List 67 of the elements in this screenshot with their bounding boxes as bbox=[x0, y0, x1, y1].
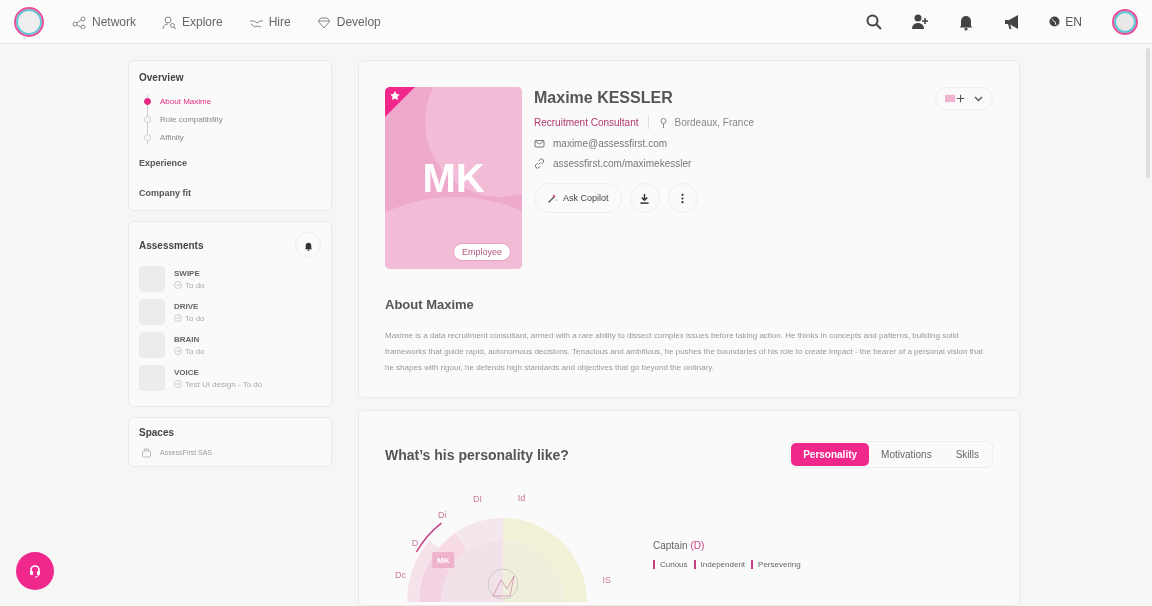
search-icon[interactable] bbox=[865, 12, 884, 31]
arrow-circle-icon bbox=[174, 347, 182, 355]
trait-tag: Persevering bbox=[751, 560, 801, 569]
section-title: What’s his personality like? bbox=[385, 446, 569, 463]
people-search-icon bbox=[162, 14, 176, 29]
sidebar-link[interactable]: About Maxime bbox=[160, 97, 212, 106]
magic-wand-icon bbox=[547, 192, 558, 204]
wheel-label: D bbox=[411, 537, 419, 548]
section-heading: Spaces bbox=[139, 427, 176, 438]
nav-link[interactable]: Develop bbox=[316, 14, 381, 29]
download-icon bbox=[639, 192, 651, 204]
section-heading[interactable]: Company fit bbox=[139, 188, 321, 198]
notify-button[interactable] bbox=[295, 232, 321, 258]
user-avatar[interactable] bbox=[1112, 8, 1138, 35]
assessment-name: SWIPE bbox=[174, 268, 201, 278]
tab[interactable]: Personality bbox=[791, 443, 870, 466]
ask-copilot-button[interactable]: Ask Copilot bbox=[534, 183, 622, 213]
download-button[interactable] bbox=[629, 183, 660, 213]
network-icon bbox=[72, 14, 86, 29]
add-person-icon[interactable] bbox=[911, 12, 930, 31]
section-heading: Assessments bbox=[139, 239, 204, 251]
arrow-circle-icon bbox=[174, 281, 182, 289]
location-pin-icon bbox=[657, 117, 669, 128]
tab[interactable]: Skills bbox=[943, 443, 991, 466]
language-label[interactable]: EN bbox=[1065, 14, 1082, 29]
employee-badge: Employee bbox=[453, 243, 512, 261]
headset-icon bbox=[28, 564, 42, 578]
section-heading[interactable]: Experience bbox=[139, 158, 321, 168]
building-icon bbox=[141, 447, 152, 458]
section-heading[interactable]: Overview bbox=[139, 72, 321, 83]
profile-type: Captain bbox=[653, 540, 688, 551]
profile-name: Maxime KESSLER bbox=[534, 89, 674, 107]
globe-icon[interactable] bbox=[1049, 16, 1061, 27]
mail-icon bbox=[534, 138, 545, 149]
wheel-label: Id bbox=[517, 492, 526, 503]
tab[interactable]: Motivations bbox=[869, 443, 944, 466]
wheel-label: IS bbox=[602, 575, 611, 585]
logo-icon[interactable] bbox=[14, 6, 44, 37]
sidebar-link[interactable]: Affinity bbox=[160, 133, 184, 142]
wheel-label: DI bbox=[472, 494, 482, 505]
profile-initials: MK bbox=[422, 155, 485, 201]
section-title: About Maxime bbox=[385, 297, 475, 312]
arrow-circle-icon bbox=[174, 380, 182, 388]
wheel-label: Di bbox=[437, 510, 447, 521]
nav-link[interactable]: Hire bbox=[248, 14, 291, 29]
nav-link[interactable]: Network bbox=[72, 14, 136, 29]
trait-tag: Independent bbox=[693, 560, 746, 569]
location-text: Bordeaux, France bbox=[674, 117, 754, 128]
profile-link[interactable]: assessfirst.com/maximekessler bbox=[553, 158, 692, 169]
sidebar-link[interactable]: Role compatibility bbox=[160, 115, 223, 124]
support-button[interactable] bbox=[16, 552, 54, 590]
diamond-icon bbox=[316, 14, 331, 29]
job-title: Recruitment Consultant bbox=[534, 117, 639, 128]
wheel-label: Dc bbox=[395, 569, 407, 580]
star-icon[interactable] bbox=[385, 87, 415, 117]
profile-code: (D) bbox=[690, 540, 705, 551]
assessment-name: VOICE bbox=[174, 367, 200, 377]
email-text[interactable]: maxime@assessfirst.com bbox=[553, 138, 668, 149]
nav-link[interactable]: Explore bbox=[162, 14, 223, 29]
marker-label: MK bbox=[436, 556, 450, 566]
about-paragraph: Maxime is a data recruitment consultant, armed with a rare ability to dissect complex issues before taking action. He thinks in concepts and patterns, building solid frameworks that guide rapid, autonomous decisions. Tenacious and ambitious, he pushes the boundaries of his role to create impact - the bearer of a personal vision that he shapes with rigour, he defends high standards and objectives that go beyond the ordinary. bbox=[385, 330, 984, 374]
assessment-name: BRAIN bbox=[174, 334, 201, 344]
arrow-circle-icon bbox=[174, 314, 182, 322]
trait-tag: Curious bbox=[653, 560, 688, 569]
link-icon bbox=[534, 158, 545, 169]
profile-marker bbox=[432, 552, 455, 569]
assessment-name: DRIVE bbox=[174, 301, 200, 311]
